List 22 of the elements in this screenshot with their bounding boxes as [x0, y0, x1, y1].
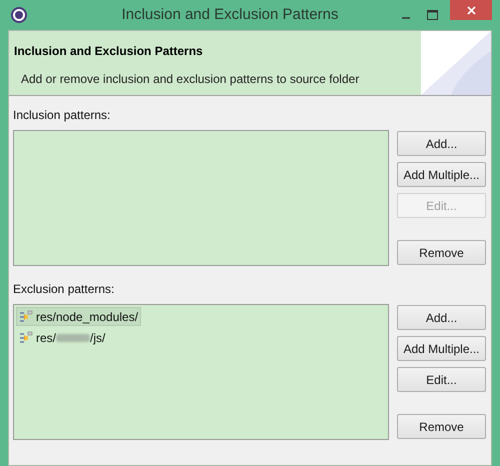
pattern-text: res/node_modules/: [36, 308, 138, 326]
pattern-button[interactable]: Add...: [397, 305, 486, 330]
section-label: Exclusion patterns:: [13, 281, 116, 298]
remove-button[interactable]: Remove: [397, 240, 486, 265]
header-title: Inclusion and Exclusion Patterns: [14, 43, 204, 60]
section-label: Inclusion patterns:: [13, 107, 112, 124]
close-button[interactable]: [450, 0, 492, 20]
pattern-button[interactable]: Add...: [397, 131, 486, 156]
header-description: Add or remove inclusion and exclusion patterns to source folder: [20, 71, 360, 88]
pattern-button[interactable]: Edit...: [397, 367, 486, 392]
close-icon: [466, 6, 476, 14]
pattern-button[interactable]: Add Multiple...: [397, 336, 486, 361]
app-icon: [10, 6, 28, 24]
pattern-icon: [19, 310, 33, 324]
maximize-icon[interactable]: [427, 10, 438, 20]
pattern-text: res/ /js/: [36, 330, 106, 346]
pattern-icon: [19, 330, 33, 344]
pattern-item[interactable]: res/node_modules/: [16, 307, 142, 326]
remove-button[interactable]: Remove: [397, 414, 486, 439]
pattern-button[interactable]: Add Multiple...: [397, 162, 486, 187]
window-title: Inclusion and Exclusion Patterns: [120, 4, 340, 25]
pattern-item[interactable]: res/ /js/: [16, 328, 108, 347]
